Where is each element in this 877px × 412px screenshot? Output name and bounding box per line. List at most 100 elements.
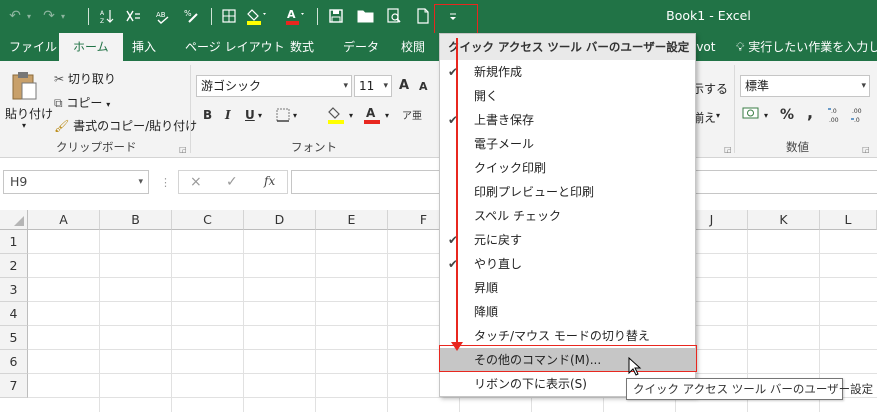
clipboard-launcher-icon[interactable]: ◲ xyxy=(179,145,187,154)
grid-line xyxy=(243,230,244,412)
tab-formulas[interactable]: 数式 xyxy=(290,33,314,61)
menu-item-spelling[interactable]: スペル チェック xyxy=(440,204,695,228)
format-painter-icon: 🖌︎ xyxy=(54,119,70,133)
copy-button[interactable]: ⧉ コピー ▾ xyxy=(54,94,110,111)
number-format-combo[interactable]: 標準 ▾ xyxy=(740,75,870,97)
wrap-text-partial[interactable]: 示する xyxy=(692,80,728,97)
column-header[interactable]: K xyxy=(748,210,820,230)
svg-text:.00: .00 xyxy=(829,117,839,124)
chevron-down-icon: ▾ xyxy=(383,81,388,91)
grid-line xyxy=(315,230,316,412)
svg-text:.0: .0 xyxy=(854,117,860,124)
annotation-highlight-box xyxy=(439,345,697,372)
tell-me-search[interactable]: 💡︎ 実行したい作業を入力して xyxy=(736,33,877,61)
comma-style-button[interactable]: , xyxy=(807,103,813,122)
number-launcher-icon[interactable]: ◲ xyxy=(862,145,870,154)
accounting-dropdown-icon[interactable]: ▾ xyxy=(764,111,768,120)
shrink-font-button[interactable]: A xyxy=(419,80,428,93)
number-group-label: 数値 xyxy=(786,140,809,154)
enter-icon[interactable]: ✓ xyxy=(226,174,238,190)
menu-item-quick-print[interactable]: クイック印刷 xyxy=(440,156,695,180)
tab-powerpivot[interactable]: ivot xyxy=(693,33,715,61)
svg-text:A: A xyxy=(366,106,376,120)
group-separator xyxy=(734,65,735,153)
svg-text:.0: .0 xyxy=(831,108,837,115)
mouse-pointer-icon xyxy=(628,356,642,380)
font-size-combo[interactable]: 11 ▾ xyxy=(354,75,392,97)
borders-dropdown-icon[interactable]: ▾ xyxy=(293,111,297,120)
accounting-format-icon[interactable] xyxy=(742,105,762,126)
row-header[interactable]: 6 xyxy=(0,350,28,374)
paste-dropdown-icon[interactable]: ▾ xyxy=(22,121,26,130)
italic-button[interactable]: I xyxy=(225,108,231,122)
copy-dropdown-icon[interactable]: ▾ xyxy=(106,100,110,109)
column-header[interactable]: L xyxy=(820,210,877,230)
fill-color-button-icon[interactable] xyxy=(328,105,348,128)
row-header[interactable]: 1 xyxy=(0,230,28,254)
format-painter-button[interactable]: 🖌︎ 書式のコピー/貼り付け xyxy=(54,117,197,134)
row-header[interactable]: 4 xyxy=(0,302,28,326)
menu-item-save[interactable]: ✔ 上書き保存 xyxy=(440,108,695,132)
row-header[interactable]: 2 xyxy=(0,254,28,278)
cut-button[interactable]: ✂ 切り取り xyxy=(54,70,116,87)
tooltip: クイック アクセス ツール バーのユーザー設定 xyxy=(626,378,873,400)
column-header[interactable]: E xyxy=(316,210,388,230)
font-color-button-icon[interactable]: A xyxy=(363,105,383,128)
menu-item-redo[interactable]: ✔ やり直し xyxy=(440,252,695,276)
menu-header: クイック アクセス ツール バーのユーザー設定 xyxy=(440,34,695,60)
tab-home[interactable]: ホーム xyxy=(59,33,123,61)
name-box[interactable]: H9 ▾ xyxy=(3,170,149,194)
paste-icon[interactable] xyxy=(10,71,40,106)
row-header[interactable]: 7 xyxy=(0,374,28,398)
column-header[interactable]: D xyxy=(244,210,316,230)
annotation-arrow xyxy=(456,38,458,344)
select-all-button[interactable] xyxy=(0,210,28,230)
grow-font-button[interactable]: A xyxy=(399,78,409,93)
column-header[interactable]: A xyxy=(28,210,100,230)
tab-insert[interactable]: 挿入 xyxy=(132,33,156,61)
percent-style-button[interactable]: % xyxy=(780,107,794,123)
fill-color-dropdown-icon[interactable]: ▾ xyxy=(349,111,353,120)
menu-item-new[interactable]: ✔ 新規作成 xyxy=(440,60,695,84)
alignment-launcher-icon[interactable]: ◲ xyxy=(724,145,732,154)
select-all-triangle-icon xyxy=(14,216,24,226)
grid-line xyxy=(387,230,388,412)
tab-page-layout[interactable]: ページ レイアウト xyxy=(185,33,285,61)
menu-item-print-preview[interactable]: 印刷プレビューと印刷 xyxy=(440,180,695,204)
chevron-down-icon: ▾ xyxy=(861,81,866,91)
menu-item-sort-ascending[interactable]: 昇順 xyxy=(440,276,695,300)
tell-me-text: 実行したい作業を入力して xyxy=(748,40,877,54)
group-separator xyxy=(190,65,191,153)
underline-button[interactable]: U xyxy=(245,108,255,122)
chevron-down-icon: ▾ xyxy=(138,177,143,187)
lightbulb-icon: 💡︎ xyxy=(736,40,745,54)
row-header[interactable]: 5 xyxy=(0,326,28,350)
grid-line xyxy=(171,230,172,412)
font-name-combo[interactable]: 游ゴシック ▾ xyxy=(196,75,352,97)
font-color-dropdown-icon[interactable]: ▾ xyxy=(385,111,389,120)
decrease-decimal-icon[interactable]: .00.0 xyxy=(851,105,869,128)
phonetic-icon[interactable]: ア亜 xyxy=(402,107,422,122)
borders-button-icon[interactable] xyxy=(276,108,290,125)
increase-decimal-icon[interactable]: .0.00 xyxy=(828,105,846,128)
svg-text:.00: .00 xyxy=(852,108,862,115)
menu-item-email[interactable]: 電子メール xyxy=(440,132,695,156)
merge-dropdown-icon[interactable]: ▾ xyxy=(716,111,720,120)
underline-dropdown-icon[interactable]: ▾ xyxy=(258,111,262,120)
bold-button[interactable]: B xyxy=(203,108,212,122)
column-header[interactable]: B xyxy=(100,210,172,230)
menu-item-undo[interactable]: ✔ 元に戻す xyxy=(440,228,695,252)
cancel-icon[interactable]: × xyxy=(190,174,202,190)
tab-review[interactable]: 校閲 xyxy=(401,33,425,61)
column-header[interactable]: C xyxy=(172,210,244,230)
paste-button[interactable]: 貼り付け xyxy=(5,105,53,122)
insert-function-icon[interactable]: fx xyxy=(264,174,275,188)
grid-line xyxy=(99,230,100,412)
menu-item-open[interactable]: 開く xyxy=(440,84,695,108)
row-header[interactable]: 3 xyxy=(0,278,28,302)
tab-data[interactable]: データ xyxy=(343,33,379,61)
tab-file[interactable]: ファイル xyxy=(9,33,57,61)
menu-item-sort-descending[interactable]: 降順 xyxy=(440,300,695,324)
font-group-label: フォント xyxy=(291,140,337,154)
chevron-down-icon: ▾ xyxy=(343,81,348,91)
